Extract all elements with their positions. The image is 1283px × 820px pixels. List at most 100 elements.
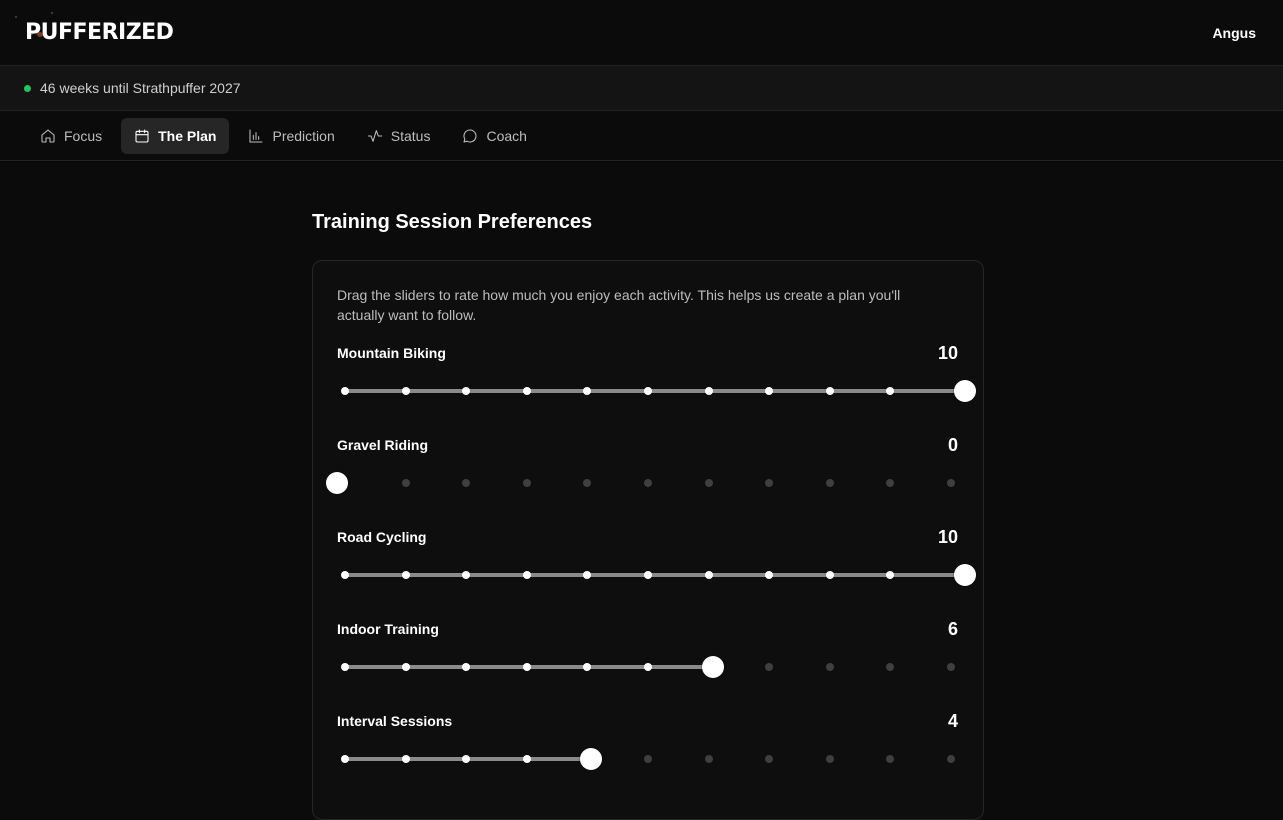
slider-tick [704,479,713,487]
bar-chart-icon [249,128,264,143]
slider-tick [886,571,895,579]
tab-prediction[interactable]: Prediction [235,118,347,154]
preference-mountain-biking: Mountain Biking 10 [337,342,976,435]
slider-tick [947,755,955,763]
tab-status[interactable]: Status [354,118,444,154]
slider-tick [825,479,834,487]
mountain-biking-slider[interactable] [337,379,976,403]
preference-label: Road Cycling [337,529,427,545]
slider-tick [583,387,592,395]
slider-tick [825,755,834,763]
slider-tick [704,387,713,395]
slider-tick [401,755,410,763]
slider-tick [704,571,713,579]
tab-focus-label: Focus [64,127,103,144]
tab-the-plan[interactable]: The Plan [121,117,230,154]
slider-tick [522,571,531,579]
tab-coach-label: Coach [486,127,527,144]
slider-tick [401,571,410,579]
slider-tick [765,387,774,395]
preference-value: 6 [947,618,958,639]
slider-tick [522,387,531,395]
slider-tick [704,755,713,763]
slider-tick [462,387,471,395]
status-dot-icon [24,84,31,92]
indoor-training-slider[interactable] [337,655,959,679]
slider-tick [462,479,471,487]
preferences-card: Drag the sliders to rate how much you en… [312,260,984,820]
slider-thumb[interactable] [954,380,976,402]
slider-track-fill [345,573,965,577]
tab-status-label: Status [390,127,431,144]
slider-tick [886,755,895,763]
preference-label: Gravel Riding [337,437,429,453]
slider-thumb[interactable] [701,656,724,678]
slider-tick [644,479,652,487]
preference-indoor-training: Indoor Training 6 [337,619,959,711]
intro-text: Drag the sliders to rate how much you en… [337,287,901,323]
slider-thumb[interactable] [580,748,603,770]
home-icon [41,128,55,143]
slider-tick [522,479,531,487]
gravel-riding-slider[interactable] [326,471,959,495]
slider-tick [341,387,349,395]
slider-tick [341,571,349,579]
activity-icon [367,129,382,142]
slider-tick [825,387,834,395]
race-countdown-bar: 46 weeks until Strathpuffer 2027 [0,66,1283,111]
tab-focus[interactable]: Focus [27,118,115,154]
preference-label: Indoor Training [337,621,439,637]
top-header: PUFFERIZED Angus [0,0,1283,66]
slider-tick [765,479,774,487]
slider-tick [583,479,592,487]
preference-gravel-riding: Gravel Riding 0 [326,435,959,527]
interval-sessions-slider[interactable] [337,747,959,771]
slider-tick [401,663,410,671]
tab-coach[interactable]: Coach [449,118,539,154]
slider-tick [765,663,774,671]
slider-tick [644,571,652,579]
slider-thumb[interactable] [954,564,976,586]
preference-interval-sessions: Interval Sessions 4 [337,711,959,803]
slider-track-fill [345,389,965,393]
app-logo[interactable]: PUFFERIZED [15,12,174,45]
message-icon [463,128,477,143]
slider-tick [522,663,531,671]
preference-label: Mountain Biking [337,345,446,361]
preference-label: Interval Sessions [337,713,453,729]
slider-tick [583,571,592,579]
nav-tabs: Focus The Plan Prediction Status Coach [0,111,1283,161]
tab-prediction-label: Prediction [272,127,335,144]
slider-tick [644,387,652,395]
slider-tick [825,571,834,579]
tab-the-plan-label: The Plan [158,127,217,144]
preference-value: 10 [937,342,958,363]
slider-tick [765,755,774,763]
slider-tick [341,663,349,671]
app-logo-text: PUFFERIZED [25,20,174,45]
slider-tick [644,755,652,763]
slider-tick [401,387,410,395]
slider-tick [341,755,349,763]
slider-tick [401,479,410,487]
slider-tick [886,479,895,487]
countdown-text: 46 weeks until Strathpuffer 2027 [40,80,241,96]
preferences-section: Training Session Preferences Drag the sl… [312,211,984,820]
preference-road-cycling: Road Cycling 10 [337,526,976,619]
user-menu[interactable]: Angus [1212,25,1256,41]
preference-value: 10 [937,526,958,547]
slider-tick [462,755,471,763]
road-cycling-slider[interactable] [337,563,976,587]
slider-tick [765,571,774,579]
slider-tick [522,755,531,763]
slider-tick [644,663,652,671]
slider-tick [462,571,471,579]
slider-tick [947,479,955,487]
slider-thumb[interactable] [326,472,348,494]
slider-tick [947,663,955,671]
page-title: Training Session Preferences [312,211,593,233]
calendar-icon [135,128,149,143]
slider-tick [886,663,895,671]
slider-tick [886,387,895,395]
preference-value: 4 [947,710,958,731]
